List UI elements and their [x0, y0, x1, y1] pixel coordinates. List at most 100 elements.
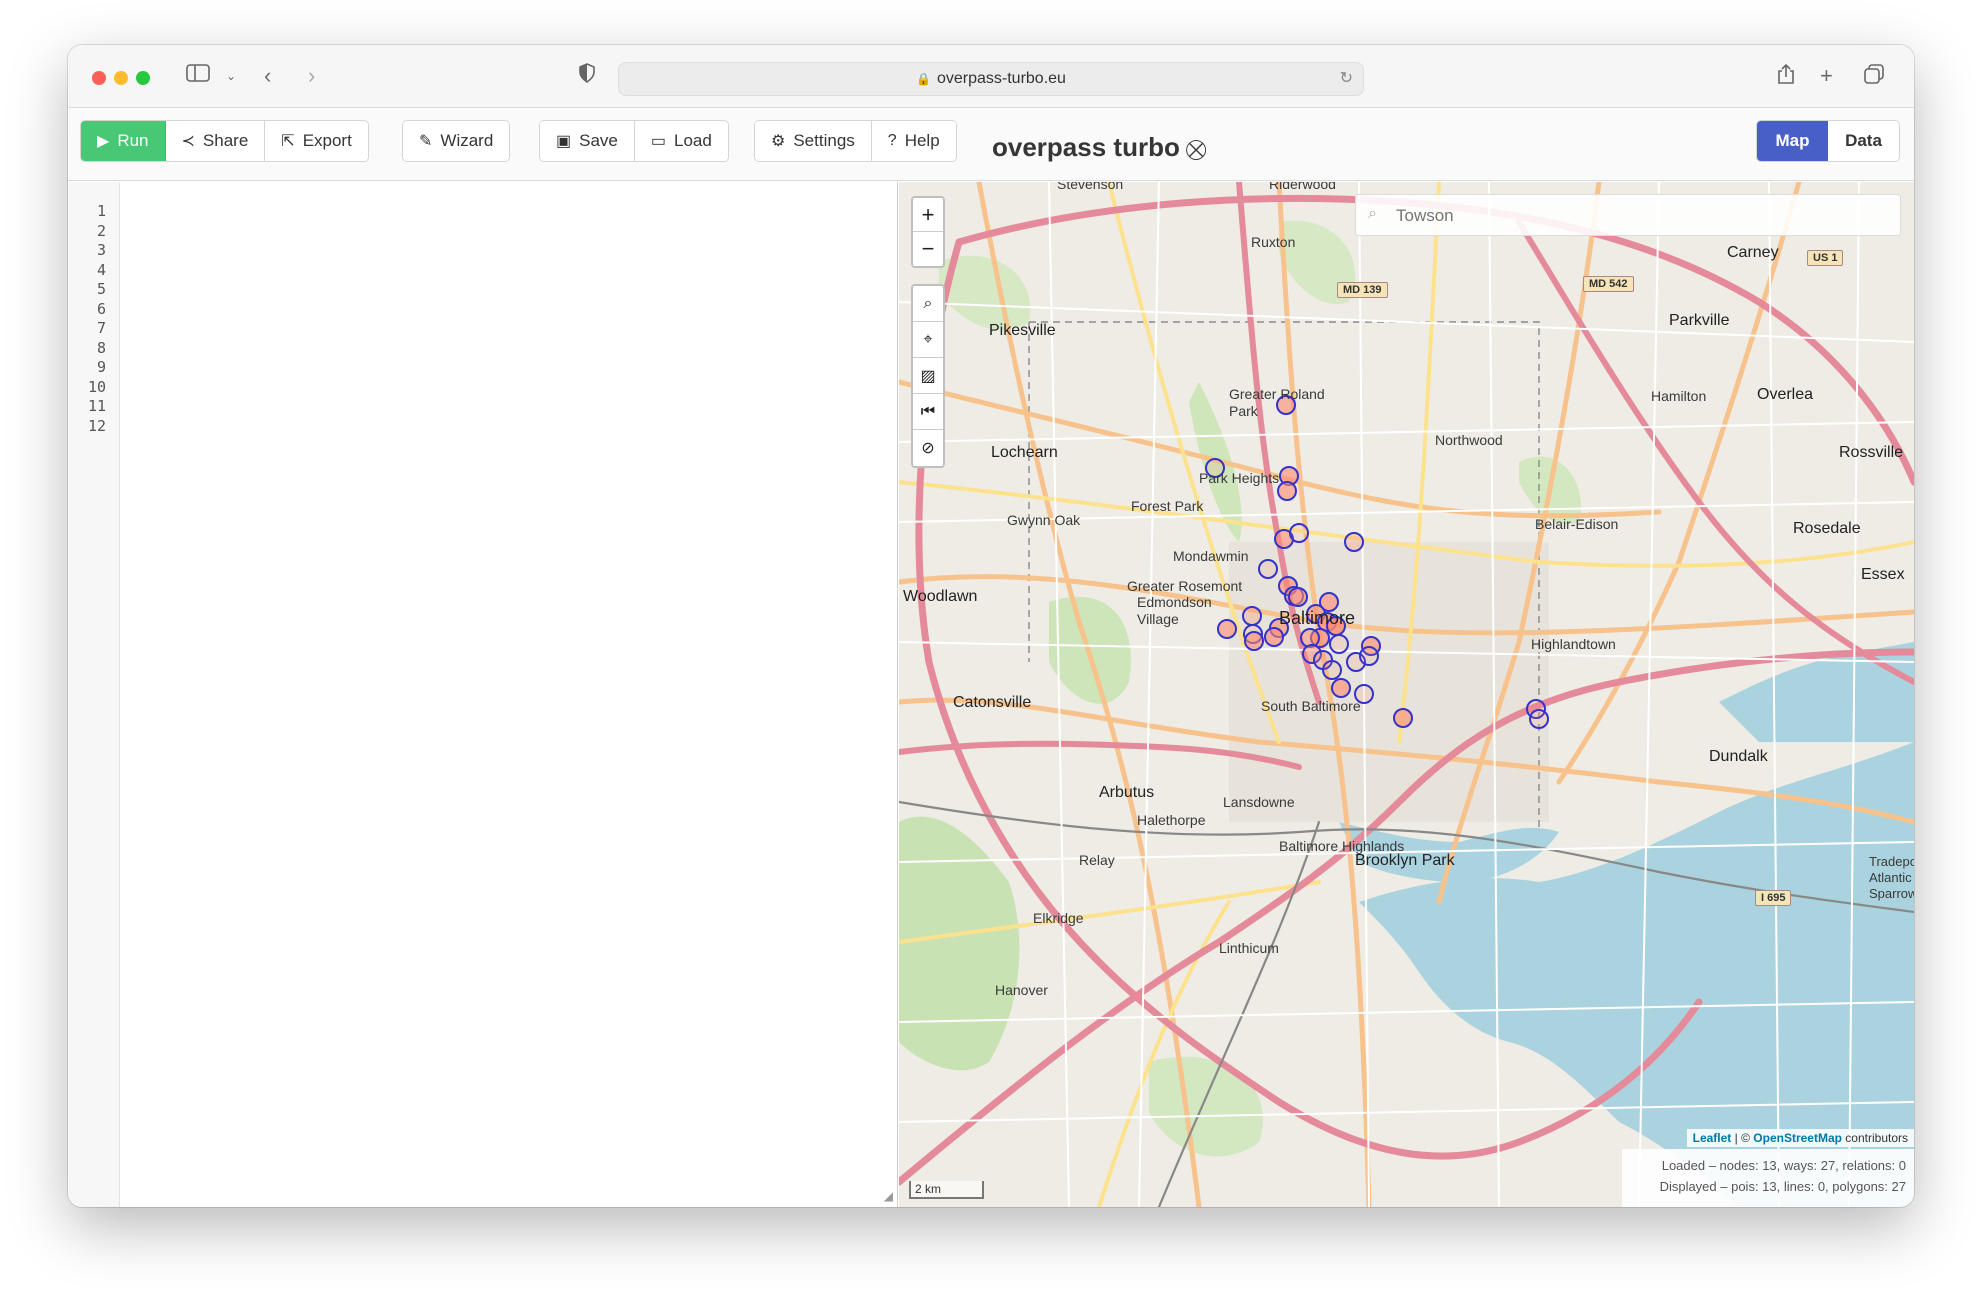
line-number: 2	[96, 221, 106, 240]
attribution-separator: | ©	[1731, 1131, 1754, 1145]
route-shield: MD 139	[1337, 282, 1388, 298]
help-label: Help	[904, 131, 940, 150]
tab-map[interactable]: Map	[1757, 121, 1828, 161]
share-label: Share	[202, 131, 249, 150]
run-button[interactable]: ▶ Run	[81, 121, 166, 161]
app-toolbar: ▶ Run ≺ Share ⇱ Export ✎ Wizard ▣ Save ▭ Load …	[68, 108, 1914, 181]
settings-label: Settings	[793, 131, 855, 150]
external-link-icon: ⇱	[281, 133, 295, 150]
line-number-gutter: 1 2 3 4 5 6 7 8 9 10 11 12	[68, 182, 120, 1207]
image-layer-icon[interactable]: ▨	[913, 358, 943, 394]
settings-button[interactable]: ⚙ Settings	[755, 121, 872, 161]
wizard-group: ✎ Wizard	[402, 120, 511, 162]
tab-overview-icon[interactable]	[1863, 63, 1885, 91]
line-number: 12	[87, 416, 106, 435]
query-editor[interactable]: 1 2 3 4 5 6 7 8 9 10 11 12 ◢	[68, 182, 898, 1207]
place-label: Lochearn	[991, 444, 1058, 461]
place-label: South Baltimore	[1261, 698, 1361, 714]
gear-icon: ⚙	[771, 133, 786, 150]
place-label: Halethorpe	[1137, 812, 1206, 828]
magic-wand-icon: ✎	[419, 133, 433, 150]
scale-bar: 2 km	[909, 1181, 984, 1199]
stats-displayed: Displayed – pois: 13, lines: 0, polygons…	[1659, 1179, 1906, 1194]
save-load-group: ▣ Save ▭ Load	[539, 120, 729, 162]
line-number: 11	[87, 397, 106, 415]
place-label: Tradepoint Atlantic Sparrows	[1869, 854, 1914, 901]
back-icon[interactable]: ‹	[264, 63, 271, 89]
map-stats: Loaded – nodes: 13, ways: 27, relations:…	[1622, 1149, 1914, 1207]
share-button[interactable]: ≺ Share	[165, 121, 266, 161]
line-number: 9	[96, 358, 106, 376]
place-label: Essex	[1861, 566, 1905, 583]
sidebar-toggle-icon[interactable]	[186, 63, 210, 89]
line-number: 7	[96, 319, 106, 337]
place-label: Northwood	[1435, 432, 1503, 448]
export-button[interactable]: ⇱ Export	[265, 121, 368, 161]
place-label: Stevenson	[1057, 182, 1124, 192]
place-label: Forest Park	[1131, 498, 1204, 514]
shield-privacy-icon[interactable]	[578, 63, 596, 89]
place-label: Elkridge	[1033, 910, 1084, 926]
search-icon[interactable]: ⌕	[913, 286, 943, 322]
run-label: Run	[117, 131, 149, 150]
resize-handle-icon[interactable]: ◢	[884, 1189, 893, 1203]
zoom-window-button[interactable]	[136, 71, 150, 85]
minimize-window-button[interactable]	[114, 71, 128, 85]
floppy-disk-icon: ▣	[556, 133, 572, 150]
route-shield: MD 542	[1583, 276, 1634, 292]
forward-icon[interactable]: ›	[308, 63, 315, 89]
browser-window: ⌄ ‹ › 🔒 overpass-turbo.eu ↻ + ▶ Run ≺ Share…	[68, 45, 1914, 1207]
place-label: Dundalk	[1709, 748, 1768, 765]
new-tab-icon[interactable]: +	[1820, 63, 1833, 89]
export-label: Export	[302, 131, 352, 150]
locate-crosshair-icon[interactable]: ⌖	[913, 322, 943, 358]
save-button[interactable]: ▣ Save	[540, 121, 635, 161]
clear-ban-icon[interactable]: ⊘	[913, 430, 943, 466]
place-label: Overlea	[1757, 386, 1814, 403]
skip-back-icon[interactable]: ⏮	[913, 394, 943, 430]
line-number: 1	[96, 202, 106, 220]
line-number: 4	[96, 260, 106, 279]
osm-link[interactable]: OpenStreetMap	[1753, 1131, 1842, 1145]
zoom-out-button[interactable]: −	[913, 232, 943, 266]
map-view[interactable]: Stevenson Riderwood Ruxton Carney Pikesv…	[899, 182, 1914, 1207]
place-label: Park Heights	[1199, 470, 1280, 486]
close-window-button[interactable]	[92, 71, 106, 85]
place-label: Linthicum	[1219, 940, 1279, 956]
chevron-down-icon[interactable]: ⌄	[226, 63, 236, 89]
settings-help-group: ⚙ Settings ? Help	[754, 120, 957, 162]
place-label: Riderwood	[1269, 182, 1336, 192]
place-label: Ruxton	[1251, 234, 1296, 250]
place-label: Catonsville	[953, 694, 1032, 711]
tab-data[interactable]: Data	[1828, 121, 1899, 161]
place-label: Pikesville	[989, 322, 1056, 339]
place-label: Carney	[1727, 244, 1779, 261]
place-label: Highlandtown	[1531, 636, 1616, 652]
overpass-logo-icon: ⛒	[1185, 139, 1207, 161]
place-label: Mondawmin	[1173, 548, 1249, 564]
app-title: overpass turbo ⛒	[992, 132, 1206, 163]
line-number: 10	[87, 377, 106, 396]
help-button[interactable]: ? Help	[871, 121, 956, 161]
attribution-tail: contributors	[1841, 1131, 1908, 1145]
map-search[interactable]: ⌕	[1355, 194, 1901, 236]
folder-open-icon: ▭	[650, 133, 666, 150]
zoom-in-button[interactable]: +	[913, 198, 943, 232]
map-search-input[interactable]	[1396, 203, 1876, 229]
share-icon[interactable]	[1776, 63, 1796, 91]
wizard-button[interactable]: ✎ Wizard	[403, 121, 510, 161]
title-bar: ⌄ ‹ › 🔒 overpass-turbo.eu ↻ +	[68, 45, 1914, 108]
load-button[interactable]: ▭ Load	[634, 121, 728, 161]
address-bar[interactable]: 🔒 overpass-turbo.eu ↻	[618, 62, 1364, 96]
place-label: Rosedale	[1793, 520, 1861, 537]
reload-icon[interactable]: ↻	[1340, 63, 1353, 95]
place-label: Gwynn Oak	[1007, 512, 1081, 528]
place-label: Edmondson Village	[1137, 594, 1212, 627]
route-shield: I 695	[1755, 890, 1792, 906]
app-title-text: overpass turbo	[992, 132, 1180, 162]
leaflet-link[interactable]: Leaflet	[1693, 1131, 1732, 1145]
place-label: Baltimore	[1279, 608, 1356, 628]
place-label: Arbutus	[1099, 784, 1155, 801]
place-label: Brooklyn Park	[1355, 852, 1455, 869]
map-attribution: Leaflet | © OpenStreetMap contributors	[1686, 1129, 1914, 1147]
